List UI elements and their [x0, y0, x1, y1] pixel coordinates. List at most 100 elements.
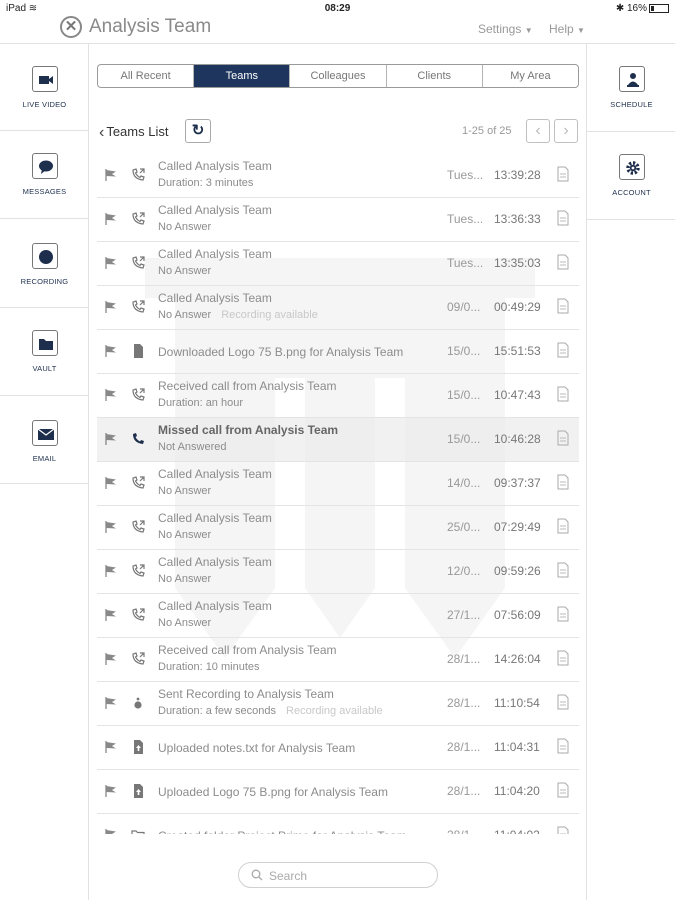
sidebar-item-label: SCHEDULE: [610, 100, 653, 109]
envelope-icon: [31, 420, 58, 446]
prev-page-button[interactable]: ‹: [526, 119, 550, 143]
flag-icon[interactable]: [104, 696, 118, 710]
document-icon[interactable]: [557, 782, 569, 798]
activity-time: 10:46:28: [494, 432, 541, 446]
flag-icon[interactable]: [104, 520, 118, 534]
search-box[interactable]: [238, 862, 438, 888]
activity-time: 13:36:33: [494, 212, 541, 226]
search-input[interactable]: [269, 867, 429, 885]
list-item[interactable]: Called Analysis Team No Answer Recording a…: [97, 286, 579, 330]
flag-icon[interactable]: [104, 256, 118, 270]
upload-file-icon: [130, 783, 146, 799]
next-page-button[interactable]: ›: [554, 119, 578, 143]
list-item[interactable]: Uploaded notes.txt for Analysis Team 28/1…: [97, 726, 579, 770]
sidebar-item-live-video[interactable]: LIVE VIDEO: [0, 44, 89, 131]
flag-icon[interactable]: [104, 828, 118, 834]
activity-detail: No Answer: [158, 265, 211, 277]
list-item[interactable]: Called Analysis Team No Answer Tues... 13:3…: [97, 242, 579, 286]
document-icon[interactable]: [557, 518, 569, 534]
tab-my-area[interactable]: My Area: [483, 65, 578, 87]
list-item[interactable]: Created folder Project Prime for Analysi…: [97, 814, 579, 834]
battery-indicator: ✱ 16%: [616, 3, 669, 14]
tab-all-recent[interactable]: All Recent: [98, 65, 195, 87]
flag-icon[interactable]: [104, 608, 118, 622]
document-icon[interactable]: [557, 606, 569, 622]
activity-detail-text: No Answer: [158, 529, 212, 541]
activity-date: 28/1...: [447, 828, 480, 834]
search-icon: [251, 869, 263, 881]
chat-bubble-icon: [31, 153, 58, 179]
document-icon[interactable]: [557, 562, 569, 578]
list-item[interactable]: Called Analysis Team No Answer 25/0... 07:2…: [97, 506, 579, 550]
document-icon[interactable]: [557, 738, 569, 754]
document-icon[interactable]: [557, 342, 569, 358]
activity-list: Called Analysis Team Duration: 3 minutes T…: [97, 154, 579, 834]
sidebar-item-messages[interactable]: MESSAGES: [0, 131, 89, 219]
activity-time: 14:26:04: [494, 652, 541, 666]
activity-time: 07:29:49: [494, 520, 541, 534]
flag-icon[interactable]: [104, 784, 118, 798]
list-item[interactable]: Sent Recording to Analysis Team Duration:…: [97, 682, 579, 726]
document-icon[interactable]: [557, 826, 569, 834]
tab-teams[interactable]: Teams: [194, 65, 291, 87]
list-item[interactable]: Called Analysis Team No Answer 12/0... 09:5…: [97, 550, 579, 594]
document-icon[interactable]: [557, 298, 569, 314]
activity-date: 12/0...: [447, 564, 481, 578]
sidebar-item-account[interactable]: ACCOUNT: [587, 132, 675, 220]
list-item[interactable]: Downloaded Logo 75 B.png for Analysis Te…: [97, 330, 579, 374]
settings-menu[interactable]: Settings ▼: [478, 22, 533, 36]
sidebar-item-email[interactable]: EMAIL: [0, 396, 89, 484]
phone-outgoing-icon: [130, 387, 146, 403]
list-item[interactable]: Called Analysis Team Duration: 3 minutes T…: [97, 154, 579, 198]
activity-detail: Not Answered: [158, 441, 226, 453]
flag-icon[interactable]: [104, 388, 118, 402]
sidebar-item-schedule[interactable]: SCHEDULE: [587, 44, 675, 132]
help-label: Help: [549, 22, 574, 36]
flag-icon[interactable]: [104, 432, 118, 446]
sidebar-item-vault[interactable]: VAULT: [0, 308, 89, 396]
document-icon[interactable]: [557, 210, 569, 226]
list-item[interactable]: Called Analysis Team No Answer 14/0... 09:3…: [97, 462, 579, 506]
document-icon[interactable]: [557, 166, 569, 182]
list-item[interactable]: Called Analysis Team No Answer Tues... 13:3…: [97, 198, 579, 242]
list-item[interactable]: Called Analysis Team No Answer 27/1... 07:5…: [97, 594, 579, 638]
document-icon[interactable]: [557, 386, 569, 402]
activity-detail: No Answer: [158, 485, 211, 497]
flag-icon[interactable]: [104, 300, 118, 314]
list-item[interactable]: Missed call from Analysis Team Not Answer…: [97, 418, 579, 462]
list-item[interactable]: Uploaded Logo 75 B.png for Analysis Team…: [97, 770, 579, 814]
activity-time: 09:59:26: [494, 564, 541, 578]
flag-icon[interactable]: [104, 740, 118, 754]
document-icon[interactable]: [557, 694, 569, 710]
folder-icon: [31, 330, 58, 356]
document-icon[interactable]: [557, 430, 569, 446]
help-menu[interactable]: Help ▼: [549, 22, 585, 36]
document-icon[interactable]: [557, 650, 569, 666]
list-item[interactable]: Received call from Analysis Team Duration…: [97, 638, 579, 682]
flag-icon[interactable]: [104, 652, 118, 666]
activity-detail-text: No Answer: [158, 309, 212, 321]
back-to-teams-list-link[interactable]: ‹ Teams List: [99, 123, 168, 141]
right-sidebar: SCHEDULE ACCOUNT: [586, 44, 675, 900]
tab-clients[interactable]: Clients: [387, 65, 483, 87]
sidebar-item-recording[interactable]: RECORDING: [0, 219, 89, 308]
app-logo-icon: ✕: [60, 16, 82, 38]
flag-icon[interactable]: [104, 344, 118, 358]
activity-date: 28/1...: [447, 740, 481, 754]
refresh-button[interactable]: ↻: [185, 119, 211, 143]
activity-title: Called Analysis Team: [158, 599, 272, 613]
document-icon[interactable]: [557, 474, 569, 490]
flag-icon[interactable]: [104, 564, 118, 578]
document-icon[interactable]: [557, 254, 569, 270]
tab-colleagues[interactable]: Colleagues: [290, 65, 387, 87]
activity-detail-text: No Answer: [158, 485, 212, 497]
activity-date: 09/0...: [447, 300, 481, 314]
chevron-left-icon: ‹: [99, 124, 105, 141]
activity-detail-text: No Answer: [158, 617, 212, 629]
flag-icon[interactable]: [104, 212, 118, 226]
back-label: Teams List: [106, 124, 169, 139]
list-item[interactable]: Received call from Analysis Team Duration…: [97, 374, 579, 418]
flag-icon[interactable]: [104, 168, 118, 182]
activity-title: Called Analysis Team: [158, 555, 272, 569]
flag-icon[interactable]: [104, 476, 118, 490]
